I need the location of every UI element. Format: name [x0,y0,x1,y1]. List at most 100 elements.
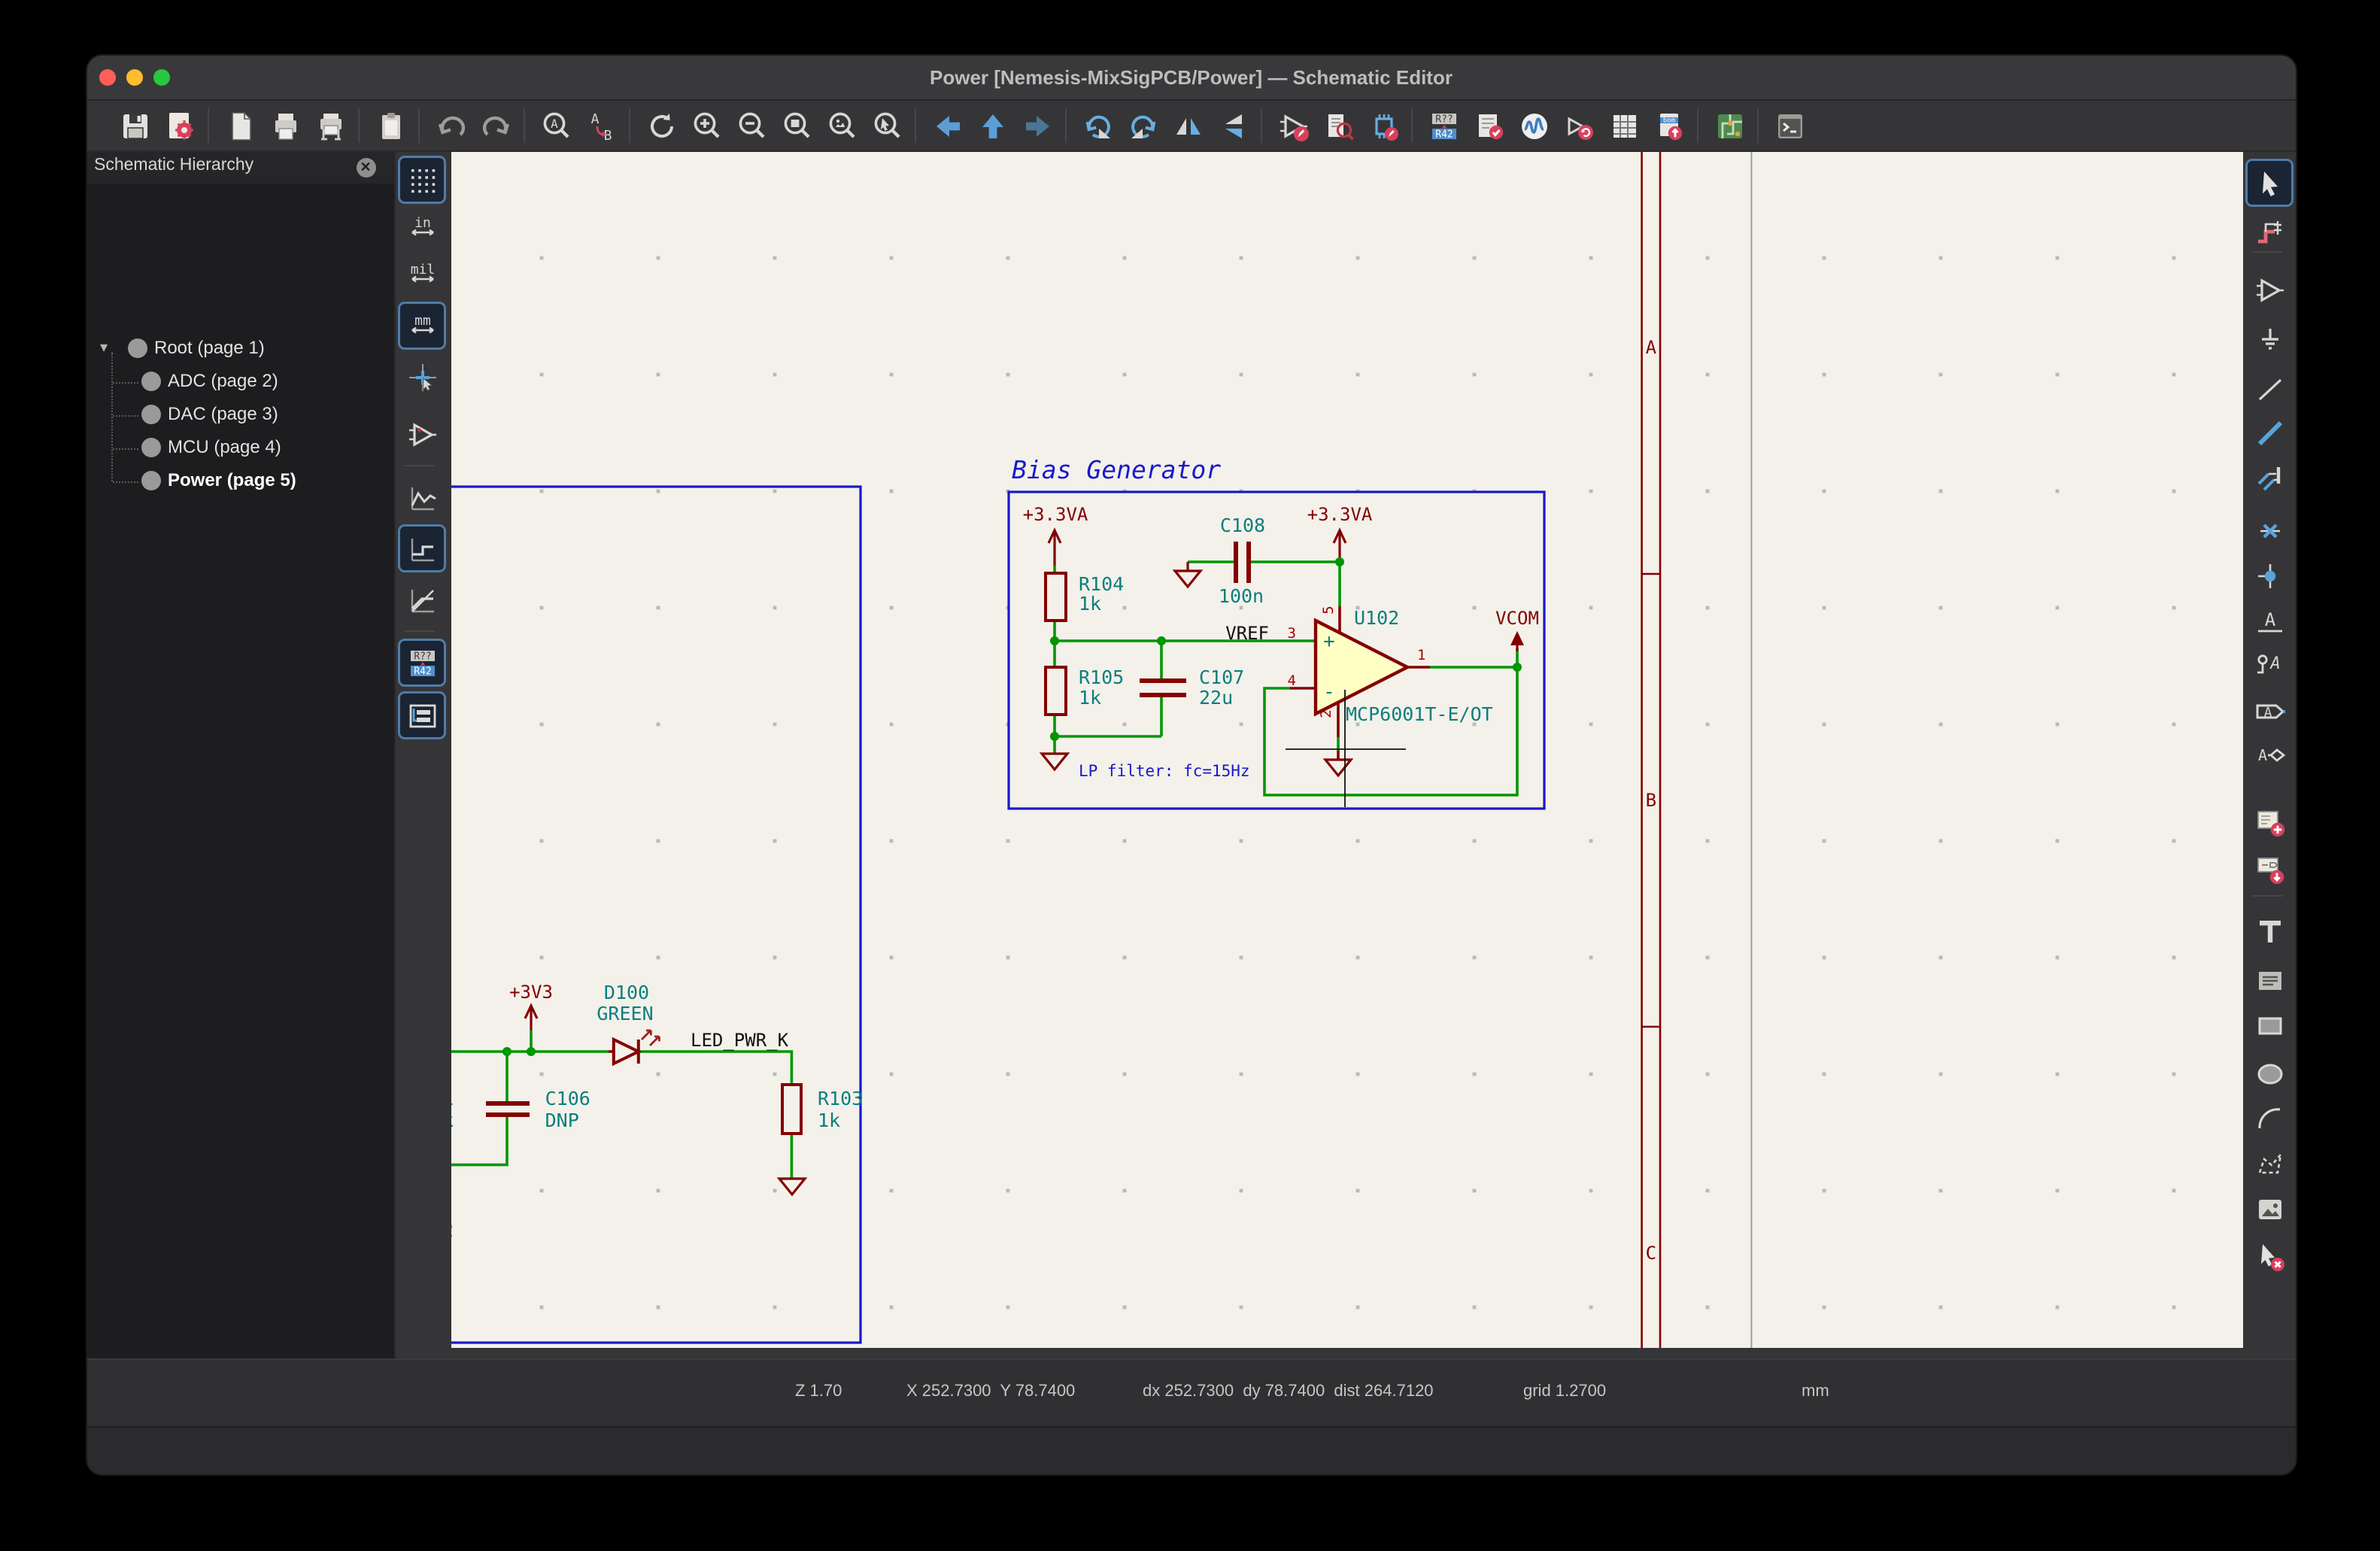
draw-circle-button[interactable] [2248,1052,2292,1095]
sim-update-button[interactable] [1556,105,1601,146]
import-sheet-pin-button[interactable] [2248,847,2292,891]
crosshair-cursor-button[interactable] [400,355,444,399]
wire-45-button[interactable] [400,578,444,621]
zoom-in-button[interactable] [684,105,729,146]
terminal-button[interactable] [1767,105,1812,146]
place-text-button[interactable] [2248,909,2292,952]
annotate-button[interactable]: R?? R42 [1421,105,1466,146]
draw-rect-button[interactable] [2248,1003,2292,1047]
svg-text:22u: 22u [1198,687,1232,709]
units-mm-button[interactable]: mm [400,304,444,348]
zoom-out-button[interactable] [729,105,774,146]
toolbar-separator [1756,108,1758,143]
symbol-editor-button[interactable] [1270,105,1316,146]
grid-toggle-button[interactable] [400,158,444,202]
svg-text:4: 4 [1287,672,1295,689]
sheet-item-root[interactable]: ▾ Root (page 1) [87,334,393,364]
hidden-pins-button[interactable] [400,412,444,456]
junction-button[interactable] [2248,554,2292,597]
status-units: mm [1802,1383,1829,1401]
nav-up-button[interactable] [970,105,1015,146]
sheet-item-mcu[interactable]: MCU (page 4) [87,433,393,463]
schematic-canvas[interactable]: A B C Bias Generator LP filter: fc=15Hz [451,152,2244,1348]
highlight-net-button[interactable] [2248,211,2292,254]
refresh-button[interactable] [639,105,684,146]
symbol-browser-button[interactable] [1316,105,1361,146]
plot-button[interactable] [308,105,353,146]
net-label-vref[interactable]: VREF [1225,623,1268,644]
sheet-item-label: ADC (page 2) [168,370,278,391]
no-connect-button[interactable] [2248,508,2292,552]
hier-sheet-button[interactable] [2248,800,2292,844]
zoom-fit-button[interactable] [774,105,819,146]
close-icon[interactable]: ✕ [356,158,375,178]
mirror-h-button[interactable] [1165,105,1210,146]
pcb-editor-button[interactable] [1707,105,1752,146]
bom-button[interactable]: bom [1647,105,1692,146]
delete-tool-button[interactable] [2248,1234,2292,1277]
paste-button[interactable] [368,105,413,146]
zoom-objects-button[interactable] [819,105,864,146]
rotate-ccw-button[interactable] [1075,105,1120,146]
footprint-editor-button[interactable] [1361,105,1406,146]
fields-table-button[interactable] [1601,105,1647,146]
redo-button[interactable] [473,105,518,146]
place-textbox-button[interactable] [2248,958,2292,1002]
hierarchy-panel-title: Schematic Hierarchy [94,156,254,175]
svg-text:C: C [1645,1243,1656,1264]
net-label-button[interactable]: A [2248,600,2292,644]
print-button[interactable] [263,105,308,146]
svg-text:R104: R104 [1078,573,1123,595]
status-cursor-position: X 252.7300 Y 78.7400 [906,1383,1076,1401]
wire-free-angle-button[interactable] [400,475,444,519]
bias-generator-title[interactable]: Bias Generator [1011,455,1220,484]
svg-text:1k: 1k [1078,687,1100,709]
simulator-button[interactable] [1511,105,1556,146]
svg-text:1k: 1k [1078,593,1100,615]
save-button[interactable] [112,105,157,146]
schematic-setup-button[interactable] [157,105,202,146]
wire-hv-button[interactable] [400,527,444,570]
sheet-item-power[interactable]: Power (page 5) [87,466,393,496]
svg-text:1: 1 [1416,647,1425,663]
mirror-v-button[interactable] [1210,105,1255,146]
hier-label-button[interactable]: A [2248,733,2292,776]
draw-wire-button[interactable] [2248,367,2292,411]
hierarchy-navigator-button[interactable] [400,694,444,737]
netclass-directive-button[interactable]: A [2248,642,2292,686]
erc-button[interactable] [1466,105,1511,146]
select-tool-button[interactable] [2248,161,2292,205]
undo-button[interactable] [428,105,473,146]
net-label-led-pwr-k[interactable]: LED_PWR_K [690,1030,788,1051]
find-button[interactable]: A [533,105,578,146]
global-label-button[interactable]: A [2248,689,2292,733]
schematic-hierarchy-panel: Schematic Hierarchy ✕ ▾ Root (page 1) ADC … [87,152,394,1358]
nav-forward-button[interactable] [1015,105,1060,146]
page-setup-button[interactable] [217,105,263,146]
units-inches-button[interactable]: in [400,206,444,250]
sheet-item-adc[interactable]: ADC (page 2) [87,367,393,397]
draw-arc-button[interactable] [2248,1097,2292,1140]
nav-back-button[interactable] [924,105,970,146]
draw-polygon-button[interactable] [2248,1142,2292,1185]
toolbar-separator [523,108,524,143]
svg-text:B: B [1645,790,1656,811]
lp-filter-note[interactable]: LP filter: fc=15Hz [1078,762,1249,780]
place-power-button[interactable] [2248,317,2292,361]
units-mils-button[interactable]: mil [400,253,444,296]
find-replace-button[interactable]: AB [578,105,624,146]
place-image-button[interactable] [2248,1187,2292,1231]
bus-entry-button[interactable] [2248,456,2292,499]
svg-text:R??: R?? [1434,114,1452,125]
toolbar-separator [914,108,915,143]
chevron-down-icon[interactable]: ▾ [100,340,108,357]
status-delta: dx 252.7300 dy 78.7400 dist 264.7120 [1143,1383,1434,1401]
sheet-item-dac[interactable]: DAC (page 3) [87,400,393,430]
place-symbol-button[interactable] [2248,268,2292,311]
zoom-selection-button[interactable] [864,105,909,146]
annotate-auto-button[interactable]: R?? R42 [400,641,444,684]
draw-bus-button[interactable] [2248,411,2292,454]
rotate-cw-button[interactable] [1120,105,1165,146]
sheet-icon [127,338,147,358]
status-zoom: Z 1.70 [795,1383,842,1401]
